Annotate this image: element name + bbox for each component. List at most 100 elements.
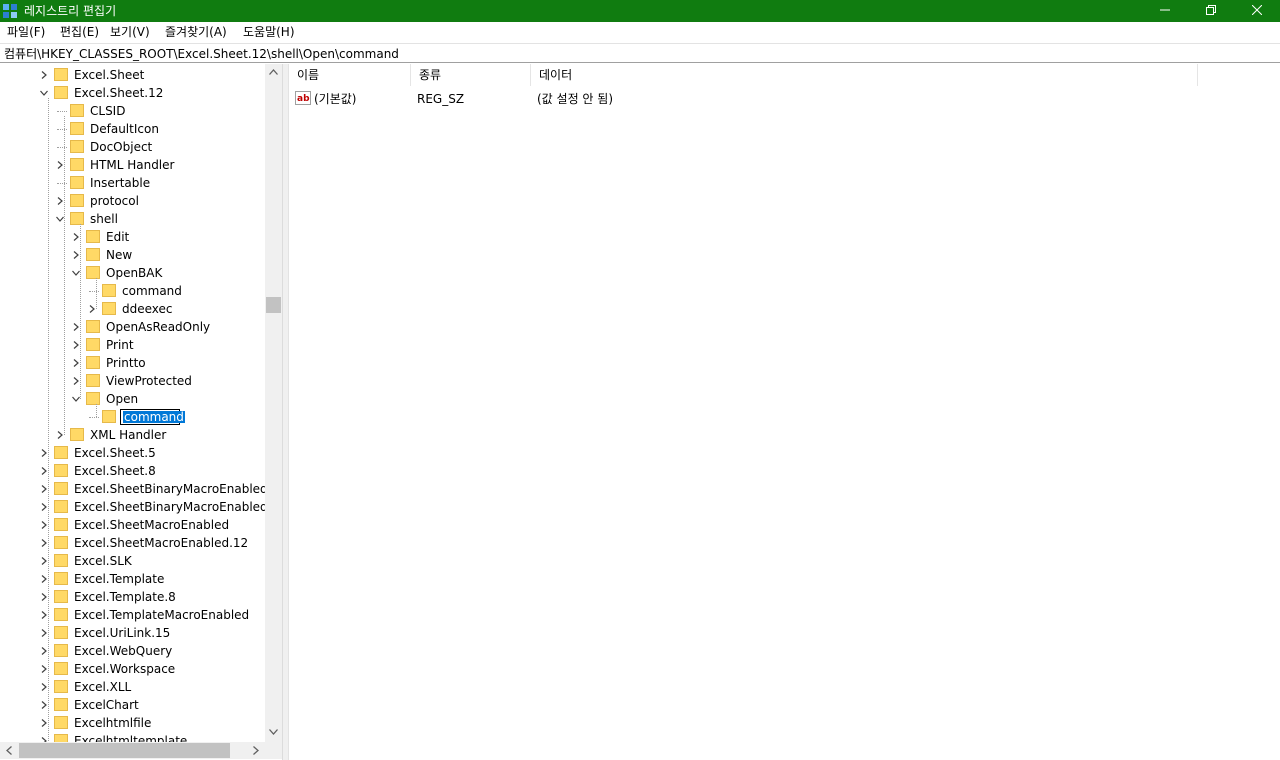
tree-node-label[interactable]: Excel.Sheet.12: [74, 84, 163, 102]
tree-node-label[interactable]: Excelhtmlfile: [74, 714, 151, 732]
chevron-right-icon[interactable]: [56, 197, 64, 205]
tree-node[interactable]: Insertable: [0, 174, 265, 192]
tree-node-label[interactable]: Excel.Template.8: [74, 588, 176, 606]
address-bar[interactable]: 컴퓨터\HKEY_CLASSES_ROOT\Excel.Sheet.12\she…: [0, 43, 1280, 63]
tree-node[interactable]: DefaultIcon: [0, 120, 265, 138]
tree-node[interactable]: Excel.WebQuery: [0, 642, 265, 660]
tree-node-label[interactable]: Excel.SLK: [74, 552, 132, 570]
tree-node[interactable]: Open: [0, 390, 265, 408]
tree-node-label[interactable]: Edit: [106, 228, 129, 246]
tree-node-label[interactable]: OpenAsReadOnly: [106, 318, 210, 336]
tree-node[interactable]: Excel.Template: [0, 570, 265, 588]
menu-file[interactable]: 파일(F): [7, 24, 45, 40]
tree-node-label[interactable]: Excel.SheetBinaryMacroEnabled.12: [74, 498, 282, 516]
tree-node-label[interactable]: protocol: [90, 192, 139, 210]
tree-node[interactable]: Excel.XLL: [0, 678, 265, 696]
tree-node-label[interactable]: Excel.Template: [74, 570, 164, 588]
tree-node[interactable]: HTML Handler: [0, 156, 265, 174]
tree-node[interactable]: Printto: [0, 354, 265, 372]
minimize-button[interactable]: [1142, 0, 1188, 22]
tree-node-label[interactable]: Excel.SheetMacroEnabled.12: [74, 534, 248, 552]
tree-node-label[interactable]: Insertable: [90, 174, 150, 192]
scroll-down-icon[interactable]: [269, 729, 278, 735]
tree-node[interactable]: ddeexec: [0, 300, 265, 318]
tree-horizontal-scrollbar[interactable]: [0, 742, 265, 759]
tree-node-label[interactable]: Excel.Workspace: [74, 660, 175, 678]
chevron-right-icon[interactable]: [40, 71, 48, 79]
tree-vertical-scrollbar[interactable]: [265, 64, 282, 742]
tree-node[interactable]: OpenAsReadOnly: [0, 318, 265, 336]
column-header-type[interactable]: 종류: [411, 64, 531, 86]
chevron-right-icon[interactable]: [40, 683, 48, 691]
chevron-right-icon[interactable]: [56, 431, 64, 439]
chevron-right-icon[interactable]: [40, 611, 48, 619]
column-header-data[interactable]: 데이터: [531, 64, 1198, 86]
scroll-left-icon[interactable]: [6, 746, 12, 755]
tree-node[interactable]: Excel.Template.8: [0, 588, 265, 606]
tree-node-label[interactable]: Printto: [106, 354, 146, 372]
chevron-right-icon[interactable]: [40, 449, 48, 457]
scroll-up-icon[interactable]: [269, 69, 278, 75]
chevron-right-icon[interactable]: [40, 701, 48, 709]
tree-node-label[interactable]: shell: [90, 210, 118, 228]
chevron-right-icon[interactable]: [72, 251, 80, 259]
menu-favorites[interactable]: 즐겨찾기(A): [165, 24, 227, 40]
horizontal-scroll-thumb[interactable]: [19, 743, 230, 758]
tree-node[interactable]: command: [0, 408, 265, 426]
chevron-right-icon[interactable]: [40, 647, 48, 655]
tree-node[interactable]: Excel.SheetBinaryMacroEnabled.12: [0, 498, 282, 516]
tree-node[interactable]: Excel.Sheet.5: [0, 444, 265, 462]
chevron-right-icon[interactable]: [88, 305, 96, 313]
tree-node-label[interactable]: Excel.SheetBinaryMacroEnabled: [74, 480, 268, 498]
chevron-right-icon[interactable]: [40, 629, 48, 637]
tree-node-label[interactable]: Excel.Sheet.8: [74, 462, 156, 480]
tree-node-label[interactable]: Open: [106, 390, 138, 408]
chevron-right-icon[interactable]: [72, 341, 80, 349]
tree-node-label[interactable]: New: [106, 246, 132, 264]
chevron-right-icon[interactable]: [40, 557, 48, 565]
chevron-right-icon[interactable]: [40, 503, 48, 511]
tree-node[interactable]: CLSID: [0, 102, 265, 120]
chevron-right-icon[interactable]: [40, 593, 48, 601]
rename-input[interactable]: command: [120, 409, 185, 425]
tree-node-label[interactable]: HTML Handler: [90, 156, 174, 174]
column-header-name[interactable]: 이름: [289, 64, 411, 86]
tree-node[interactable]: ViewProtected: [0, 372, 265, 390]
scroll-right-icon[interactable]: [253, 746, 259, 755]
tree-node[interactable]: Excelhtmlfile: [0, 714, 265, 732]
chevron-right-icon[interactable]: [56, 161, 64, 169]
chevron-right-icon[interactable]: [40, 575, 48, 583]
chevron-right-icon[interactable]: [72, 323, 80, 331]
tree-node-label[interactable]: Excel.WebQuery: [74, 642, 172, 660]
tree-node-label[interactable]: Excel.Sheet.5: [74, 444, 156, 462]
tree-node[interactable]: New: [0, 246, 265, 264]
menu-edit[interactable]: 편집(E): [60, 24, 99, 40]
chevron-right-icon[interactable]: [40, 521, 48, 529]
tree-node-label[interactable]: Excel.Sheet: [74, 66, 144, 84]
chevron-right-icon[interactable]: [72, 377, 80, 385]
tree-node-label[interactable]: ExcelChart: [74, 696, 139, 714]
tree-node-label[interactable]: XML Handler: [90, 426, 166, 444]
tree-node-label[interactable]: Excel.UriLink.15: [74, 624, 170, 642]
tree-node[interactable]: Excel.SheetBinaryMacroEnabled: [0, 480, 268, 498]
menu-help[interactable]: 도움말(H): [243, 24, 295, 40]
chevron-right-icon[interactable]: [72, 359, 80, 367]
menu-view[interactable]: 보기(V): [110, 24, 150, 40]
tree-node[interactable]: Excel.Sheet.8: [0, 462, 265, 480]
value-list[interactable]: 이름 종류 데이터 ab (기본값) REG_SZ (값 설정 안 됨): [288, 64, 1280, 760]
chevron-right-icon[interactable]: [40, 467, 48, 475]
tree-node[interactable]: DocObject: [0, 138, 265, 156]
tree-node-label[interactable]: DefaultIcon: [90, 120, 159, 138]
value-row[interactable]: ab (기본값) REG_SZ (값 설정 안 됨): [289, 89, 1189, 109]
tree-node[interactable]: command: [0, 282, 265, 300]
chevron-right-icon[interactable]: [40, 485, 48, 493]
close-button[interactable]: [1234, 0, 1280, 22]
tree-node[interactable]: Excel.Sheet.12: [0, 84, 265, 102]
tree-node[interactable]: Excel.Workspace: [0, 660, 265, 678]
tree-node[interactable]: Print: [0, 336, 265, 354]
tree-node-label[interactable]: Excel.SheetMacroEnabled: [74, 516, 229, 534]
tree-node[interactable]: shell: [0, 210, 265, 228]
chevron-right-icon[interactable]: [40, 539, 48, 547]
rename-selected-text[interactable]: command: [123, 411, 185, 423]
key-tree[interactable]: Excel.Sheet Excel.Sheet.12 CLSID DefaultIco…: [0, 64, 283, 760]
